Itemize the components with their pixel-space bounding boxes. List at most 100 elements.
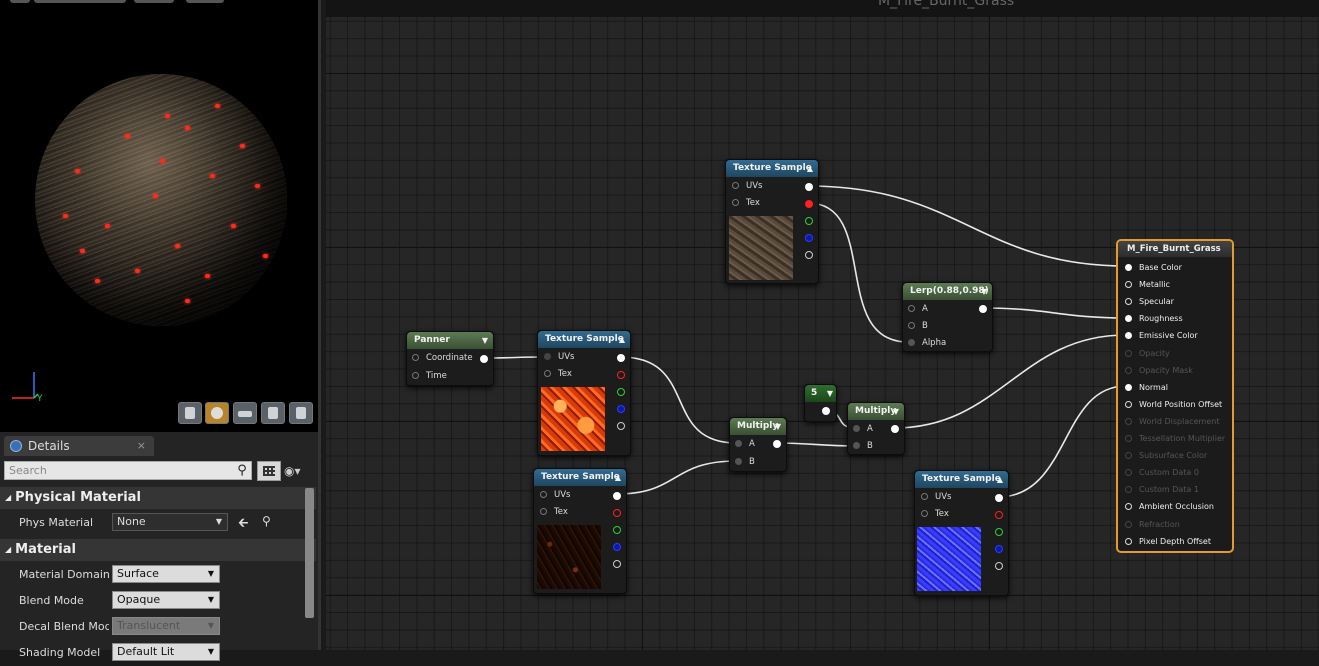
material-input-label: Pixel Depth Offset — [1139, 536, 1211, 546]
pin-label: B — [867, 441, 873, 451]
pin-label: A — [867, 424, 873, 434]
node-multiply-1[interactable]: Multiply ▼ A B — [729, 417, 787, 472]
shading-model-dropdown[interactable]: Default Lit ▼ — [112, 643, 220, 661]
details-tab[interactable]: Details × — [4, 436, 154, 456]
phys-material-label: Phys Material — [19, 516, 94, 529]
output-pin[interactable] — [773, 440, 781, 448]
node-material-result[interactable]: M_Fire_Burnt_Grass Base Color Metallic Spe… — [1116, 239, 1234, 553]
details-scrollbar[interactable] — [305, 488, 314, 618]
output-pin-rgb[interactable] — [613, 492, 621, 500]
input-pin — [1125, 452, 1132, 460]
custom-mesh-icon[interactable] — [289, 402, 313, 424]
output-pin[interactable] — [979, 305, 987, 313]
input-pin[interactable] — [1125, 537, 1132, 545]
output-pin-g[interactable] — [613, 526, 621, 534]
output-pin-r[interactable] — [613, 509, 621, 517]
output-pin-g[interactable] — [805, 217, 813, 225]
axis-y-label: Y — [36, 394, 43, 404]
output-pin-r[interactable] — [805, 200, 813, 208]
search-icon[interactable]: ⚲ — [234, 463, 250, 479]
cylinder-icon[interactable] — [178, 402, 202, 424]
output-pin[interactable] — [822, 407, 830, 415]
category-physical-material[interactable]: ◢ Physical Material — [0, 487, 316, 509]
material-input-label: Custom Data 0 — [1139, 468, 1199, 478]
axis-gizmo: Y — [12, 372, 43, 404]
viewport-toolbar-button[interactable] — [186, 0, 224, 3]
input-pin — [1125, 486, 1132, 494]
input-pin[interactable] — [1125, 383, 1132, 391]
pin-label: A — [922, 304, 928, 314]
material-input-label: Custom Data 1 — [1139, 485, 1199, 495]
output-pin-b[interactable] — [613, 543, 621, 551]
shading-model-label: Shading Model — [19, 646, 101, 659]
phys-material-dropdown[interactable]: None ▼ — [112, 513, 228, 531]
node-title: Texture Sample — [733, 163, 812, 173]
output-pin-b[interactable] — [617, 405, 625, 413]
output-pin-b[interactable] — [995, 545, 1003, 553]
node-constant[interactable]: 5 ▼ — [804, 384, 837, 422]
texture-thumbnail-fire — [541, 387, 605, 451]
blend-mode-dropdown[interactable]: Opaque ▼ — [112, 591, 220, 609]
output-pin-r[interactable] — [995, 511, 1003, 519]
plane-icon[interactable] — [233, 402, 257, 424]
node-texture-sample-normal[interactable]: Texture Sample ▲ UVs Tex — [914, 470, 1009, 596]
node-title: Texture Sample — [545, 334, 624, 344]
input-pin[interactable] — [1125, 400, 1132, 408]
node-multiply-2[interactable]: Multiply ▼ A B — [847, 402, 905, 455]
output-pin-rgb[interactable] — [617, 354, 625, 362]
sphere-icon[interactable] — [205, 402, 229, 424]
input-pin[interactable] — [1125, 332, 1132, 340]
input-pin[interactable] — [1125, 298, 1132, 306]
input-pin[interactable] — [1125, 264, 1132, 271]
input-pin[interactable] — [1125, 315, 1132, 323]
input-pin[interactable] — [1125, 503, 1132, 511]
material-domain-dropdown[interactable]: Surface ▼ — [112, 565, 220, 583]
output-pin-a[interactable] — [805, 251, 813, 259]
output-pin-g[interactable] — [995, 528, 1003, 536]
material-input-label: Tessellation Multiplier — [1139, 434, 1226, 443]
viewport-toolbar-button[interactable] — [134, 0, 174, 3]
pin-label: B — [749, 457, 755, 467]
node-lerp[interactable]: Lerp(0.88,0.98) ▼ A B Alpha — [902, 282, 993, 352]
node-panner[interactable]: Panner ▼ Coordinate Time — [406, 331, 494, 386]
node-title: 5 — [811, 388, 818, 398]
node-title: Panner — [414, 335, 450, 345]
output-pin[interactable] — [480, 355, 488, 363]
input-pin[interactable] — [1125, 281, 1132, 289]
material-input-label: Roughness — [1139, 314, 1183, 324]
pin-label: Tex — [558, 369, 572, 379]
output-pin-a[interactable] — [617, 422, 625, 430]
node-texture-sample-ember[interactable]: Texture Sample ▲ UVs Tex — [533, 468, 627, 594]
material-input-label: Opacity Mask — [1139, 365, 1193, 375]
browse-search-icon[interactable]: ⚲ — [262, 514, 271, 528]
viewport-toolbar-button[interactable] — [34, 0, 126, 3]
output-pin-a[interactable] — [995, 562, 1003, 570]
view-options-grid-button[interactable] — [257, 461, 281, 481]
input-pin — [1125, 435, 1132, 442]
output-pin[interactable] — [891, 425, 899, 433]
output-pin-rgb[interactable] — [995, 494, 1003, 502]
material-input-label: Refraction — [1139, 519, 1180, 529]
cube-icon[interactable] — [261, 402, 285, 424]
output-pin-b[interactable] — [805, 234, 813, 242]
arrow-left-icon[interactable]: 🡰 — [238, 514, 249, 536]
eye-icon[interactable]: ◉▾ — [284, 463, 314, 479]
texture-thumbnail-ground — [729, 216, 793, 280]
material-input-label: Metallic — [1139, 280, 1170, 290]
output-pin-rgb[interactable] — [805, 183, 813, 191]
node-texture-sample-basecolor[interactable]: Texture Sample ▲ UVs Tex — [725, 159, 819, 284]
viewport-toolbar-button[interactable] — [10, 0, 30, 3]
input-pin — [1125, 469, 1132, 477]
output-pin-a[interactable] — [613, 560, 621, 568]
close-icon[interactable]: × — [137, 436, 146, 456]
graph-title-bar: M_Fire_Burnt_Grass — [326, 0, 1319, 17]
category-material[interactable]: ◢ Material — [0, 539, 316, 561]
output-pin-r[interactable] — [617, 371, 625, 379]
decal-blend-mode-row: Decal Blend Mode Translucent ▼ — [0, 614, 316, 640]
pin-label: Coordinate — [426, 353, 473, 363]
material-preview-viewport[interactable]: Y — [0, 0, 321, 432]
node-texture-sample-fire[interactable]: Texture Sample ▲ UVs Tex — [537, 330, 631, 456]
pin-label: B — [922, 321, 928, 331]
output-pin-g[interactable] — [617, 388, 625, 396]
search-input[interactable]: Search — [4, 461, 252, 480]
